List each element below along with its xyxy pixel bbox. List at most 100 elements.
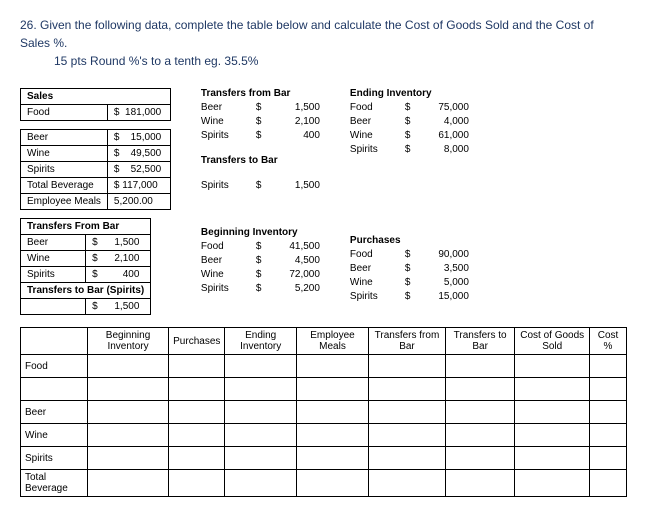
k: Food bbox=[350, 102, 405, 113]
cur: $ bbox=[405, 116, 419, 127]
table-row bbox=[21, 378, 627, 401]
k: Food bbox=[350, 249, 405, 260]
cur: $ bbox=[256, 255, 270, 266]
row-label: Wine bbox=[21, 424, 88, 447]
col-end-inv: Ending Inventory bbox=[225, 328, 297, 355]
v: 75,000 bbox=[419, 102, 469, 113]
v: 8,000 bbox=[419, 144, 469, 155]
col-xfer-to: Transfers to Bar bbox=[445, 328, 514, 355]
total-bev-val: $ 117,000 bbox=[107, 178, 170, 194]
cur: $ bbox=[405, 277, 419, 288]
row-label: Spirits bbox=[21, 447, 88, 470]
row-label: Beer bbox=[21, 130, 108, 146]
row-label: Total Beverage bbox=[21, 470, 88, 497]
cur: $ bbox=[256, 269, 270, 280]
question-sub: 15 pts Round %'s to a tenth eg. 35.5% bbox=[54, 52, 627, 70]
v: 1,500 bbox=[270, 102, 320, 113]
table-row: Spirits bbox=[21, 447, 627, 470]
v: 15,000 bbox=[419, 291, 469, 302]
k: Wine bbox=[201, 269, 256, 280]
k: Spirits bbox=[201, 130, 256, 141]
tfb-hdr: Transfers From Bar bbox=[21, 219, 151, 235]
v: 72,000 bbox=[270, 269, 320, 280]
v: 4,500 bbox=[270, 255, 320, 266]
k: Wine bbox=[350, 130, 405, 141]
data-grid: Sales Food$ 181,000 Beer$ 15,000 Wine$ 4… bbox=[20, 88, 627, 315]
table-row: Total Beverage bbox=[21, 470, 627, 497]
v: 2,100 bbox=[270, 116, 320, 127]
emp-meals: Employee Meals bbox=[21, 194, 108, 210]
cur: $ bbox=[405, 249, 419, 260]
question-number: 26. bbox=[20, 16, 40, 34]
row-val: $ 15,000 bbox=[107, 130, 170, 146]
row-label: Food bbox=[21, 355, 88, 378]
col-emp-meals: Employee Meals bbox=[296, 328, 368, 355]
row-val: $ 400 bbox=[86, 267, 151, 283]
begin-inv-hdr: Beginning Inventory bbox=[201, 227, 320, 238]
k: Beer bbox=[201, 255, 256, 266]
cur: $ bbox=[256, 130, 270, 141]
k: Wine bbox=[350, 277, 405, 288]
k: Spirits bbox=[350, 291, 405, 302]
cur: $ bbox=[256, 283, 270, 294]
question-body: Given the following data, complete the t… bbox=[20, 18, 594, 50]
col-xfer-from: Transfers from Bar bbox=[369, 328, 446, 355]
end-inv-hdr: Ending Inventory bbox=[350, 88, 469, 99]
row-label: Beer bbox=[21, 235, 86, 251]
v: 400 bbox=[270, 130, 320, 141]
xfer-from-hdr: Transfers from Bar bbox=[201, 88, 320, 99]
answer-table: Beginning Inventory Purchases Ending Inv… bbox=[20, 327, 627, 497]
cur: $ bbox=[256, 102, 270, 113]
row-val: $ 52,500 bbox=[107, 162, 170, 178]
transfers-from-bar-table: Transfers From Bar Beer$ 1,500 Wine$ 2,1… bbox=[20, 218, 151, 315]
k: Wine bbox=[201, 116, 256, 127]
row-val: $ 49,500 bbox=[107, 146, 170, 162]
sales-table: Sales Food$ 181,000 Beer$ 15,000 Wine$ 4… bbox=[20, 88, 171, 210]
cur: $ bbox=[405, 291, 419, 302]
k: Beer bbox=[350, 263, 405, 274]
cur: $ bbox=[405, 263, 419, 274]
question-text: 26.Given the following data, complete th… bbox=[20, 16, 627, 70]
right-col: Ending Inventory Food$75,000 Beer$4,000 … bbox=[350, 88, 469, 315]
total-bev: Total Beverage bbox=[21, 178, 108, 194]
table-row: Wine bbox=[21, 424, 627, 447]
k: Beer bbox=[201, 102, 256, 113]
row-label: Wine bbox=[21, 146, 108, 162]
row-val: $ 181,000 bbox=[107, 105, 170, 121]
row-label: Wine bbox=[21, 251, 86, 267]
col-begin-inv: Beginning Inventory bbox=[87, 328, 168, 355]
v: 5,200 bbox=[270, 283, 320, 294]
k: Food bbox=[201, 241, 256, 252]
left-col: Sales Food$ 181,000 Beer$ 15,000 Wine$ 4… bbox=[20, 88, 171, 315]
table-row: Food bbox=[21, 355, 627, 378]
v: 3,500 bbox=[419, 263, 469, 274]
row-label: Spirits bbox=[21, 162, 108, 178]
purchases-hdr: Purchases bbox=[350, 235, 469, 246]
header-row: Beginning Inventory Purchases Ending Inv… bbox=[21, 328, 627, 355]
cur: $ bbox=[405, 144, 419, 155]
v: 5,000 bbox=[419, 277, 469, 288]
col-purchases: Purchases bbox=[169, 328, 225, 355]
xfer-to-hdr: Transfers to Bar bbox=[201, 155, 320, 166]
ttb-hdr: Transfers to Bar (Spirits) bbox=[21, 283, 151, 299]
cur: $ bbox=[256, 116, 270, 127]
v: 41,500 bbox=[270, 241, 320, 252]
col-cogs: Cost of Goods Sold bbox=[515, 328, 590, 355]
table-row: Beer bbox=[21, 401, 627, 424]
k: Spirits bbox=[201, 180, 256, 191]
v: 1,500 bbox=[270, 180, 320, 191]
v: 90,000 bbox=[419, 249, 469, 260]
cur: $ bbox=[405, 130, 419, 141]
cur: $ bbox=[256, 180, 270, 191]
row-val: $ 1,500 bbox=[86, 235, 151, 251]
row-label: Food bbox=[21, 105, 108, 121]
v: 4,000 bbox=[419, 116, 469, 127]
k: Spirits bbox=[201, 283, 256, 294]
k: Spirits bbox=[350, 144, 405, 155]
row-label: Spirits bbox=[21, 267, 86, 283]
col-cost-pct: Cost % bbox=[590, 328, 627, 355]
row-label bbox=[21, 299, 86, 315]
cur: $ bbox=[256, 241, 270, 252]
emp-meals-val: 5,200.00 bbox=[107, 194, 170, 210]
sales-hdr: Sales bbox=[21, 89, 171, 105]
